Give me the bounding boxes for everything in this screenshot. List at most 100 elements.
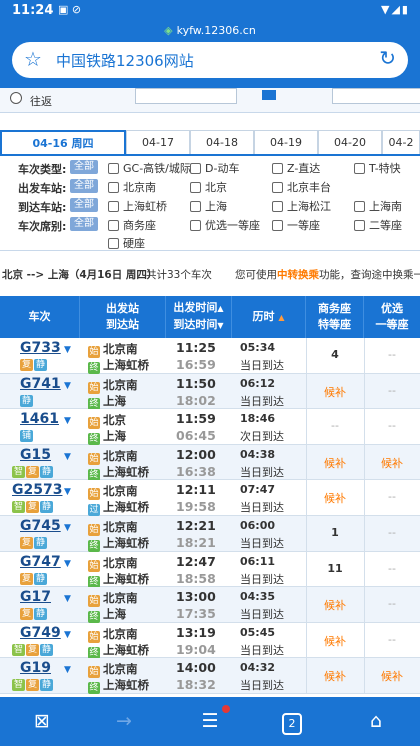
filter-option[interactable]: GC-高铁/城际 xyxy=(108,160,191,176)
checkbox[interactable] xyxy=(190,163,201,174)
checkbox[interactable] xyxy=(354,201,365,212)
seat-availability[interactable]: 候补 xyxy=(306,668,364,684)
chevron-down-icon[interactable]: ▼ xyxy=(64,452,71,462)
tab-date-1[interactable]: 04-17 xyxy=(126,130,190,154)
header-time-sort[interactable]: 出发时间▲ 到达时间▼ xyxy=(166,296,232,338)
home-icon[interactable]: ⌂ xyxy=(360,707,392,735)
menu-icon[interactable]: ☰ xyxy=(194,707,226,735)
filter-option[interactable]: 北京南 xyxy=(108,179,156,195)
tab-date-4[interactable]: 04-20 xyxy=(318,130,382,154)
train-number-link[interactable]: 1461 xyxy=(20,411,59,427)
close-tabs-icon[interactable]: ⊠ xyxy=(26,707,58,735)
sort-asc-icon[interactable]: ▲ xyxy=(278,313,284,322)
table-row[interactable]: 1461 ▼ 铺 始北京终上海 11:59 06:45 18:46 次日到达 -- -- xyxy=(0,409,420,446)
arrival-station: 终上海 xyxy=(88,393,126,410)
tab-date-5[interactable]: 04-2 xyxy=(382,130,420,154)
chevron-down-icon[interactable]: ▼ xyxy=(64,630,71,640)
round-trip-radio[interactable] xyxy=(10,92,22,104)
seat-availability[interactable]: 候补 xyxy=(306,384,364,400)
table-row[interactable]: G747 ▼ 复静 始北京南终上海虹桥 12:47 18:58 06:11 当日到达 11 -- xyxy=(0,551,420,588)
header-duration-sort[interactable]: 历时 ▲ xyxy=(232,296,306,338)
seat-availability[interactable]: 候补 xyxy=(306,490,364,506)
train-number-link[interactable]: G733 xyxy=(20,340,61,356)
checkbox[interactable] xyxy=(354,220,365,231)
sort-desc-icon[interactable]: ▼ xyxy=(217,321,223,330)
train-number-link[interactable]: G2573 xyxy=(12,482,62,498)
table-row[interactable]: G741 ▼ 静 始北京南终上海 11:50 18:02 06:12 当日到达 候补 -- xyxy=(0,373,420,410)
filter-option[interactable]: 北京 xyxy=(190,179,227,195)
train-number-link[interactable]: G741 xyxy=(20,376,61,392)
address-bar[interactable]: ☆ 中国铁路12306网站 ↻ xyxy=(12,42,408,78)
train-tag: 智 xyxy=(12,679,25,692)
seat-availability[interactable]: 候补 xyxy=(364,455,420,471)
seat-availability[interactable]: 候补 xyxy=(306,633,364,649)
transfer-link[interactable]: 中转换乘 xyxy=(277,269,319,281)
checkbox[interactable] xyxy=(272,163,283,174)
chevron-down-icon[interactable]: ▼ xyxy=(64,559,71,569)
checkbox[interactable] xyxy=(272,220,283,231)
checkbox[interactable] xyxy=(272,182,283,193)
from-station-field[interactable] xyxy=(135,88,237,104)
seat-availability[interactable]: 候补 xyxy=(306,597,364,613)
checkbox[interactable] xyxy=(108,182,119,193)
tab-switcher-button[interactable]: 2 xyxy=(276,707,308,735)
checkbox[interactable] xyxy=(108,238,119,249)
table-row[interactable]: G2573 ▼ 智复静 始北京南过上海虹桥 12:11 19:58 07:47 当日到达 候补 -… xyxy=(0,480,420,517)
checkbox[interactable] xyxy=(108,163,119,174)
filter-option[interactable]: 优选一等座 xyxy=(190,217,260,233)
train-number-link[interactable]: G745 xyxy=(20,518,61,534)
checkbox[interactable] xyxy=(108,201,119,212)
tab-date-2[interactable]: 04-18 xyxy=(190,130,254,154)
filter-option[interactable]: 上海松江 xyxy=(272,198,331,214)
filter-option[interactable]: 硬座 xyxy=(108,235,145,251)
train-number-link[interactable]: G19 xyxy=(20,660,51,676)
seat-availability[interactable]: 候补 xyxy=(364,668,420,684)
table-row[interactable]: G15 ▼ 智复静 始北京南终上海虹桥 12:00 16:38 04:38 当日到达 候补 候补 xyxy=(0,444,420,481)
filter-option[interactable]: T-特快 xyxy=(354,160,401,176)
chevron-down-icon[interactable]: ▼ xyxy=(64,665,71,675)
select-all-button[interactable]: 全部 xyxy=(70,198,98,212)
chevron-down-icon[interactable]: ▼ xyxy=(64,381,71,391)
date-field[interactable] xyxy=(332,88,420,104)
checkbox[interactable] xyxy=(354,163,365,174)
checkbox[interactable] xyxy=(190,201,201,212)
table-row[interactable]: G733 ▼ 复静 始北京南终上海虹桥 11:25 16:59 05:34 当日到达 4 -- xyxy=(0,338,420,374)
chevron-down-icon[interactable]: ▼ xyxy=(64,345,71,355)
filter-option[interactable]: 北京丰台 xyxy=(272,179,331,195)
filter-option[interactable]: 上海虹桥 xyxy=(108,198,167,214)
checkbox[interactable] xyxy=(190,220,201,231)
chevron-down-icon[interactable]: ▼ xyxy=(64,594,71,604)
chevron-down-icon[interactable]: ▼ xyxy=(64,487,71,497)
filter-option[interactable]: 二等座 xyxy=(354,217,402,233)
filter-option[interactable]: 上海南 xyxy=(354,198,402,214)
filter-option[interactable]: 商务座 xyxy=(108,217,156,233)
seat-availability[interactable]: 候补 xyxy=(306,455,364,471)
tab-date-3[interactable]: 04-19 xyxy=(254,130,318,154)
chevron-down-icon[interactable]: ▼ xyxy=(64,523,71,533)
filter-option[interactable]: Z-直达 xyxy=(272,160,320,176)
filter-option[interactable]: 上海 xyxy=(190,198,227,214)
swap-stations-icon[interactable] xyxy=(262,90,276,100)
train-number-link[interactable]: G747 xyxy=(20,554,61,570)
checkbox[interactable] xyxy=(190,182,201,193)
table-row[interactable]: G745 ▼ 复静 始北京南终上海虹桥 12:21 18:21 06:00 当日到达 1 -- xyxy=(0,516,420,552)
tab-date-0[interactable]: 04-16 周四 xyxy=(0,130,126,154)
checkbox[interactable] xyxy=(108,220,119,231)
filter-option[interactable]: 一等座 xyxy=(272,217,320,233)
select-all-button[interactable]: 全部 xyxy=(70,217,98,231)
bookmark-star-icon[interactable]: ☆ xyxy=(24,47,42,71)
select-all-button[interactable]: 全部 xyxy=(70,179,98,193)
filter-option[interactable]: D-动车 xyxy=(190,160,239,176)
table-row[interactable]: G17 ▼ 复静 始北京南终上海 13:00 17:35 04:35 当日到达 候补 -- xyxy=(0,587,420,624)
train-number-link[interactable]: G17 xyxy=(20,589,51,605)
select-all-button[interactable]: 全部 xyxy=(70,160,98,174)
train-number-link[interactable]: G15 xyxy=(20,447,51,463)
table-row[interactable]: G19 ▼ 智复静 始北京南终上海虹桥 14:00 18:32 04:32 当日到达 候补 候补 xyxy=(0,658,420,694)
chevron-down-icon[interactable]: ▼ xyxy=(64,416,71,426)
table-row[interactable]: G749 ▼ 智复静 始北京南终上海虹桥 13:19 19:04 05:45 当日到达 候补 -- xyxy=(0,622,420,659)
checkbox[interactable] xyxy=(272,201,283,212)
sort-asc-icon[interactable]: ▲ xyxy=(217,304,223,313)
train-number-link[interactable]: G749 xyxy=(20,625,61,641)
forward-icon[interactable]: → xyxy=(108,707,140,735)
reload-icon[interactable]: ↻ xyxy=(379,46,396,70)
